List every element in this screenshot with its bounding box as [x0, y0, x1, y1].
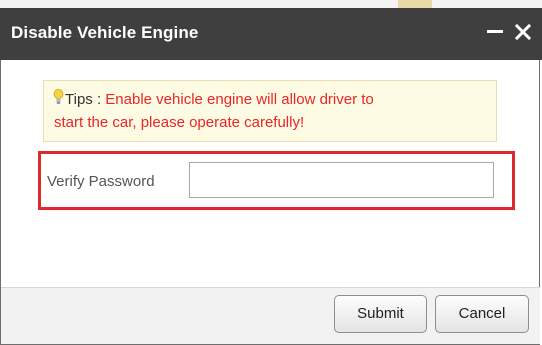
close-icon[interactable] — [512, 21, 534, 43]
verify-password-input[interactable] — [189, 162, 494, 198]
dialog-titlebar: Disable Vehicle Engine — [0, 8, 542, 60]
submit-button[interactable]: Submit — [334, 295, 427, 333]
tips-line-1: Tips : Enable vehicle engine will allow … — [65, 91, 374, 108]
lightbulb-icon — [53, 89, 64, 104]
background-strip — [0, 0, 542, 8]
minimize-icon[interactable] — [487, 30, 503, 33]
verify-password-highlight: Verify Password — [38, 151, 515, 210]
dialog-title: Disable Vehicle Engine — [11, 23, 199, 42]
tips-message-line-2: start the car, please operate carefully! — [54, 114, 305, 131]
tips-prefix: Tips : — [65, 91, 102, 108]
cancel-button[interactable]: Cancel — [435, 295, 529, 333]
verify-password-label: Verify Password — [47, 173, 155, 190]
tips-message-line-1: Enable vehicle engine will allow driver … — [105, 91, 374, 108]
tips-box: Tips : Enable vehicle engine will allow … — [43, 80, 497, 142]
background-element — [398, 0, 432, 8]
